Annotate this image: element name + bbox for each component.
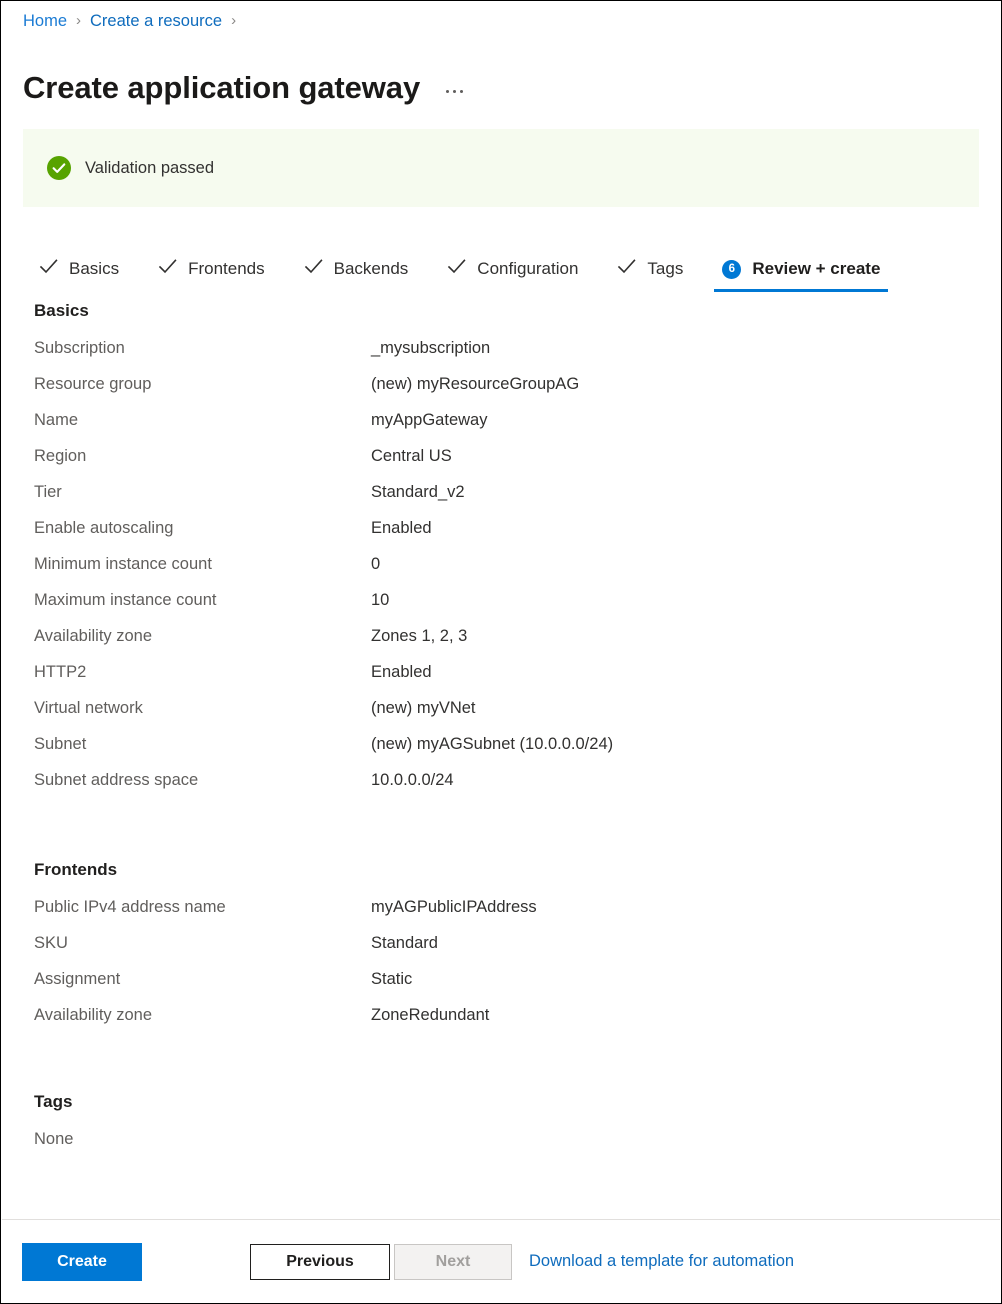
row-value: Zones 1, 2, 3 <box>371 625 467 647</box>
tab-tags[interactable]: Tags <box>609 246 691 292</box>
row-key: Subscription <box>1 337 371 359</box>
table-row: Minimum instance count 0 <box>1 553 1001 589</box>
row-key: Virtual network <box>1 697 371 719</box>
checkmark-icon <box>447 257 466 281</box>
tab-label: Tags <box>647 257 683 281</box>
row-value: (new) myResourceGroupAG <box>371 373 579 395</box>
checkmark-icon <box>39 257 58 281</box>
title-row: Create application gateway <box>23 47 463 129</box>
table-row: Maximum instance count 10 <box>1 589 1001 625</box>
tab-label: Backends <box>334 257 409 281</box>
table-row: Subnet address space 10.0.0.0/24 <box>1 769 1001 805</box>
table-row: Availability zone Zones 1, 2, 3 <box>1 625 1001 661</box>
breadcrumb: Home › Create a resource › <box>23 10 245 32</box>
row-value: (new) myVNet <box>371 697 476 719</box>
table-row: Subnet (new) myAGSubnet (10.0.0.0/24) <box>1 733 1001 769</box>
row-value: myAGPublicIPAddress <box>371 896 537 918</box>
row-key: Name <box>1 409 371 431</box>
footer-actions: Create Previous Next Download a template… <box>1 1220 1001 1303</box>
page-title: Create application gateway <box>23 68 420 108</box>
table-row: Region Central US <box>1 445 1001 481</box>
tab-label: Basics <box>69 257 119 281</box>
create-button[interactable]: Create <box>22 1243 142 1281</box>
download-template-link[interactable]: Download a template for automation <box>529 1252 794 1271</box>
step-number-badge: 6 <box>722 260 741 279</box>
row-value: Static <box>371 968 412 990</box>
table-row: Name myAppGateway <box>1 409 1001 445</box>
section-frontends: Frontends Public IPv4 address name myAGP… <box>1 860 1001 1040</box>
tab-backends[interactable]: Backends <box>296 246 417 292</box>
previous-button[interactable]: Previous <box>250 1244 390 1280</box>
row-key: Public IPv4 address name <box>1 896 371 918</box>
row-value: Enabled <box>371 661 432 683</box>
wizard-tabs: Basics Frontends Backends <box>31 244 888 292</box>
next-button: Next <box>394 1244 512 1280</box>
breadcrumb-separator-icon: › <box>76 10 81 32</box>
tab-basics[interactable]: Basics <box>31 246 127 292</box>
checkmark-icon <box>158 257 177 281</box>
breadcrumb-item-create-a-resource[interactable]: Create a resource <box>90 10 222 32</box>
table-row: HTTP2 Enabled <box>1 661 1001 697</box>
success-check-icon <box>47 156 71 180</box>
table-row: Tier Standard_v2 <box>1 481 1001 517</box>
section-title: Tags <box>34 1092 1001 1112</box>
tab-label: Review + create <box>752 257 880 281</box>
row-key: Region <box>1 445 371 467</box>
row-key: Maximum instance count <box>1 589 371 611</box>
row-value: ZoneRedundant <box>371 1004 489 1026</box>
row-value: (new) myAGSubnet (10.0.0.0/24) <box>371 733 613 755</box>
tab-configuration[interactable]: Configuration <box>439 246 586 292</box>
table-row: Public IPv4 address name myAGPublicIPAdd… <box>1 896 1001 932</box>
section-basics: Basics Subscription _mysubscription Reso… <box>1 301 1001 805</box>
row-value: Central US <box>371 445 452 467</box>
row-value: myAppGateway <box>371 409 487 431</box>
section-title: Basics <box>34 301 1001 321</box>
row-value: 0 <box>371 553 380 575</box>
row-value: _mysubscription <box>371 337 490 359</box>
table-row: SKU Standard <box>1 932 1001 968</box>
table-row: Subscription _mysubscription <box>1 337 1001 373</box>
checkmark-icon <box>304 257 323 281</box>
row-key: Availability zone <box>1 625 371 647</box>
breadcrumb-item-home[interactable]: Home <box>23 10 67 32</box>
row-value: 10.0.0.0/24 <box>371 769 454 791</box>
table-row: Assignment Static <box>1 968 1001 1004</box>
row-key: Resource group <box>1 373 371 395</box>
tab-frontends[interactable]: Frontends <box>150 246 273 292</box>
ellipsis-icon[interactable] <box>446 90 463 93</box>
checkmark-icon <box>617 257 636 281</box>
row-key: HTTP2 <box>1 661 371 683</box>
tags-empty-text: None <box>34 1128 1001 1150</box>
row-key: Subnet <box>1 733 371 755</box>
row-value: Standard <box>371 932 438 954</box>
validation-banner: Validation passed <box>23 129 979 207</box>
row-value: 10 <box>371 589 389 611</box>
table-row: Resource group (new) myResourceGroupAG <box>1 373 1001 409</box>
tab-label: Configuration <box>477 257 578 281</box>
row-value: Enabled <box>371 517 432 539</box>
row-key: Enable autoscaling <box>1 517 371 539</box>
table-row: Availability zone ZoneRedundant <box>1 1004 1001 1040</box>
tab-review-create[interactable]: 6 Review + create <box>714 246 888 292</box>
tab-label: Frontends <box>188 257 265 281</box>
row-key: Assignment <box>1 968 371 990</box>
section-tags: Tags None <box>1 1092 1001 1150</box>
review-content: Basics Subscription _mysubscription Reso… <box>1 301 1001 1150</box>
table-row: Virtual network (new) myVNet <box>1 697 1001 733</box>
row-key: Availability zone <box>1 1004 371 1026</box>
row-value: Standard_v2 <box>371 481 465 503</box>
row-key: Minimum instance count <box>1 553 371 575</box>
section-title: Frontends <box>34 860 1001 880</box>
table-row: Enable autoscaling Enabled <box>1 517 1001 553</box>
breadcrumb-separator-icon: › <box>231 10 236 32</box>
row-key: Subnet address space <box>1 769 371 791</box>
validation-banner-text: Validation passed <box>85 157 214 179</box>
create-application-gateway-page: Home › Create a resource › Create applic… <box>0 0 1002 1304</box>
row-key: SKU <box>1 932 371 954</box>
row-key: Tier <box>1 481 371 503</box>
